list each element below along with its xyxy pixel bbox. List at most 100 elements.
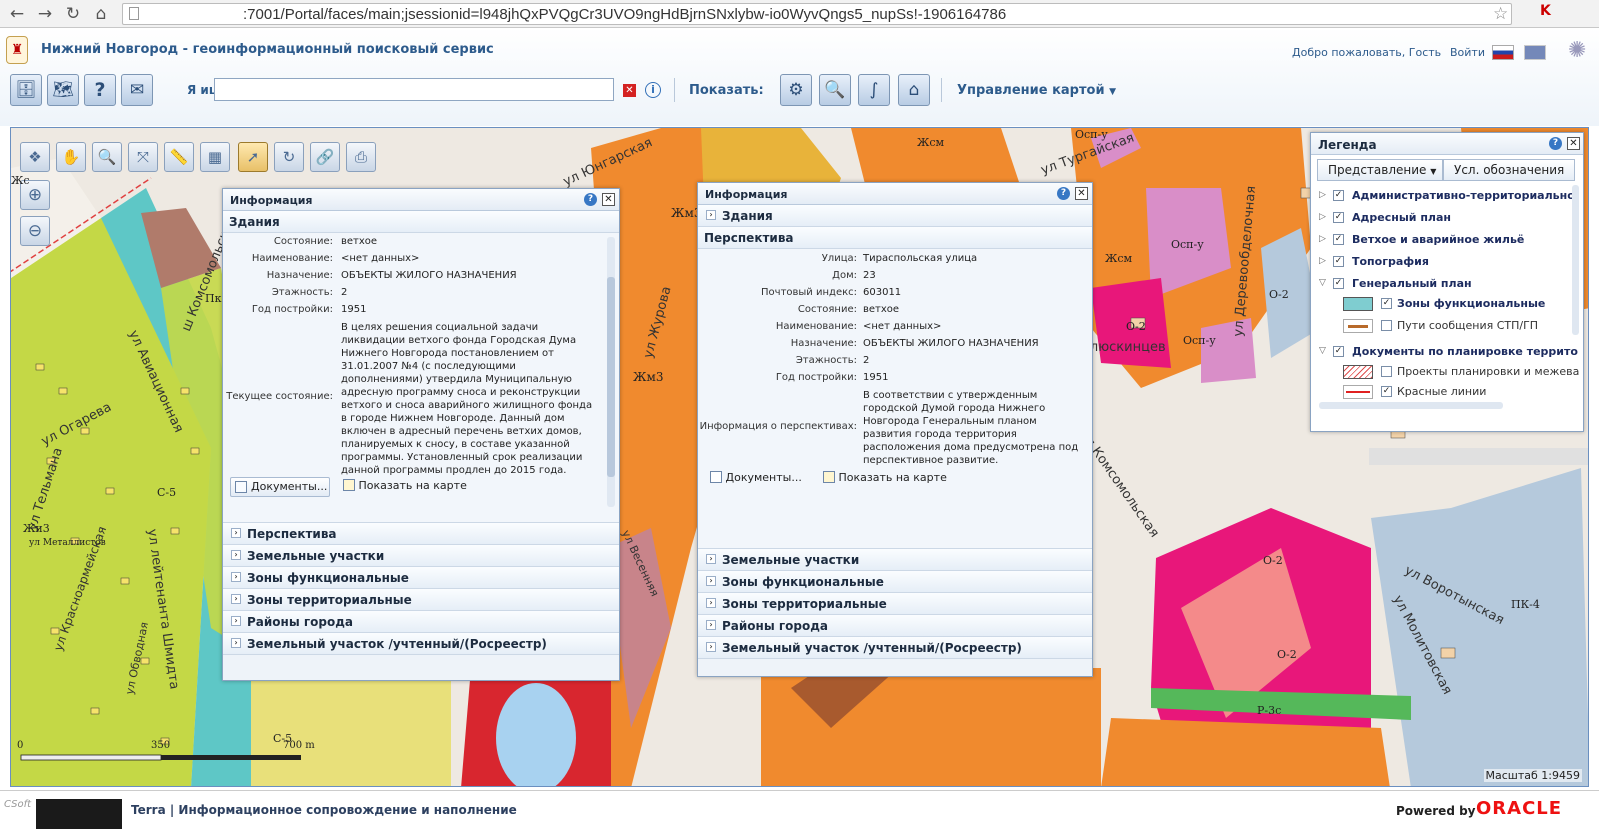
login-link[interactable]: Войти — [1450, 46, 1485, 59]
section-header[interactable]: › Зоны функциональные — [698, 571, 1092, 593]
back-icon[interactable]: ← — [6, 3, 28, 25]
sublayer-checkbox[interactable]: ✓ — [1381, 386, 1392, 397]
section-header-buildings[interactable]: Здания — [223, 211, 619, 233]
scrollbar-thumb[interactable] — [607, 277, 615, 477]
map-management-label: Управление картой — [957, 83, 1105, 98]
sublayer-checkbox[interactable]: ✓ — [1381, 298, 1392, 309]
map-management-menu[interactable]: Управление картой ▼ — [957, 83, 1116, 98]
documents-button[interactable]: Документы... — [230, 477, 330, 497]
info-window-right[interactable]: Информация ? ✕ › Здания Перспектива Улица… — [697, 182, 1093, 677]
scrollbar[interactable] — [607, 237, 615, 507]
sublayer-checkbox[interactable] — [1381, 366, 1392, 377]
show-on-map-link[interactable]: Показать на карте — [823, 471, 947, 484]
csoft-logo: CSoft — [4, 799, 32, 810]
field-value: 1951 — [863, 372, 889, 383]
legend-swatch — [1343, 385, 1373, 399]
help-icon[interactable]: ? — [1057, 187, 1070, 200]
legend-header[interactable]: Легенда ? ✕ — [1311, 133, 1583, 155]
zoom-out-icon[interactable]: ⊖ — [20, 216, 50, 246]
info-pointer-icon[interactable]: ➚ — [238, 142, 268, 172]
layers-tool-icon[interactable]: ❖ — [20, 142, 50, 172]
reload-icon[interactable]: ↻ — [62, 3, 84, 25]
bookmark-star-icon[interactable]: ☆ — [1493, 4, 1508, 24]
section-header[interactable]: › Зоны территориальные — [698, 593, 1092, 615]
english-flag-icon[interactable] — [1524, 45, 1546, 60]
search-input[interactable] — [214, 78, 614, 101]
layer-checkbox[interactable]: ✓ — [1333, 190, 1344, 201]
layer-checkbox[interactable]: ✓ — [1333, 256, 1344, 267]
layer-checkbox[interactable]: ✓ — [1333, 346, 1344, 357]
sublayer-checkbox[interactable] — [1381, 320, 1392, 331]
close-icon[interactable]: ✕ — [1567, 137, 1580, 150]
section-header-buildings[interactable]: › Здания — [698, 205, 1092, 227]
russian-flag-icon[interactable] — [1492, 45, 1514, 60]
help-icon[interactable]: ? — [84, 74, 116, 106]
section-header[interactable]: › Перспектива — [223, 523, 619, 545]
expand-arrow-icon: › — [231, 550, 241, 560]
section-header[interactable]: › Районы города — [223, 611, 619, 633]
zoom-box-icon[interactable]: 🔍 — [92, 142, 122, 172]
expand-arrow-icon: › — [706, 598, 716, 608]
measure-area-icon[interactable]: ▦ — [200, 142, 230, 172]
show-on-map-link[interactable]: Показать на карте — [343, 479, 467, 492]
documents-button-label: Документы... — [251, 480, 328, 493]
show-search-icon[interactable]: 🔍 — [819, 74, 851, 106]
layer-checkbox[interactable]: ✓ — [1333, 212, 1344, 223]
field-label: Дом: — [832, 270, 857, 281]
legend-hscrollbar[interactable] — [1319, 402, 1503, 409]
full-extent-icon[interactable]: ⤧ — [128, 142, 158, 172]
show-objects-icon[interactable]: ⚙ — [780, 74, 812, 106]
help-icon[interactable]: ? — [584, 193, 597, 206]
tab-symbols[interactable]: Усл. обозначения — [1443, 159, 1575, 181]
measure-ruler-icon[interactable]: 📏 — [164, 142, 194, 172]
field-label: Почтовый индекс: — [761, 287, 857, 298]
db-help-icon[interactable]: 🗄 — [10, 74, 42, 106]
section-label: Перспектива — [704, 231, 794, 245]
section-header[interactable]: › Земельные участки — [698, 549, 1092, 571]
window-header[interactable]: Информация ? ✕ — [223, 189, 619, 211]
field-label: Состояние: — [273, 236, 333, 247]
link-icon[interactable]: 🔗 — [310, 142, 340, 172]
documents-link[interactable]: Документы... — [710, 471, 802, 484]
address-bar[interactable]: :7001/Portal/faces/main;jsessionid=l948j… — [122, 3, 1512, 25]
field-value: 2 — [341, 287, 348, 298]
layer-checkbox[interactable]: ✓ — [1333, 278, 1344, 289]
info-icon[interactable]: i — [645, 82, 661, 98]
layer-label: Топография — [1352, 255, 1429, 268]
section-header[interactable]: › Земельные участки — [223, 545, 619, 567]
window-header[interactable]: Информация ? ✕ — [698, 183, 1092, 205]
section-header-perspective[interactable]: Перспектива — [698, 227, 1092, 249]
home-icon[interactable]: ⌂ — [90, 3, 112, 25]
zone-label: ул Металлистов — [29, 538, 106, 548]
print-icon[interactable]: ⎙ — [346, 142, 376, 172]
show-buildings-icon[interactable]: ⌂ — [898, 74, 930, 106]
db-map-icon[interactable]: 🗺 — [47, 74, 79, 106]
field-value: Тираспольская улица — [863, 253, 978, 264]
forward-icon[interactable]: → — [34, 3, 56, 25]
browser-chrome: ← → ↻ ⌂ :7001/Portal/faces/main;jsession… — [0, 0, 1599, 28]
terra-logo-block — [36, 799, 122, 829]
globe-icon: ✺ — [1568, 38, 1587, 63]
section-header[interactable]: › Районы города — [698, 615, 1092, 637]
extension-icon[interactable]: K — [1540, 3, 1556, 21]
section-header[interactable]: › Зоны функциональные — [223, 567, 619, 589]
help-icon[interactable]: ? — [1549, 137, 1562, 150]
info-window-left[interactable]: Информация ? ✕ Здания Состояние: ветхое Н… — [222, 188, 620, 681]
show-roads-icon[interactable]: ∫ — [858, 74, 890, 106]
section-header[interactable]: › Зоны территориальные — [223, 589, 619, 611]
close-icon[interactable]: ✕ — [602, 193, 615, 206]
tab-view[interactable]: Представление ▼ — [1317, 159, 1443, 181]
clear-search-icon[interactable]: ✕ — [623, 84, 636, 97]
section-label: Районы города — [722, 619, 829, 633]
scalebar-mid: 350 — [151, 740, 171, 751]
pan-hand-icon[interactable]: ✋ — [56, 142, 86, 172]
refresh-map-icon[interactable]: ↻ — [274, 142, 304, 172]
legend-panel[interactable]: Легенда ? ✕ Представление ▼ Усл. обознач… — [1310, 132, 1584, 432]
map-pin-icon — [343, 479, 355, 491]
section-header[interactable]: › Земельный участок /учтенный/(Росреестр) — [698, 637, 1092, 659]
close-icon[interactable]: ✕ — [1075, 187, 1088, 200]
legend-scrollbar[interactable] — [1572, 185, 1579, 335]
mail-icon[interactable]: ✉ — [121, 74, 153, 106]
layer-checkbox[interactable]: ✓ — [1333, 234, 1344, 245]
section-header[interactable]: › Земельный участок /учтенный/(Росреестр) — [223, 633, 619, 655]
